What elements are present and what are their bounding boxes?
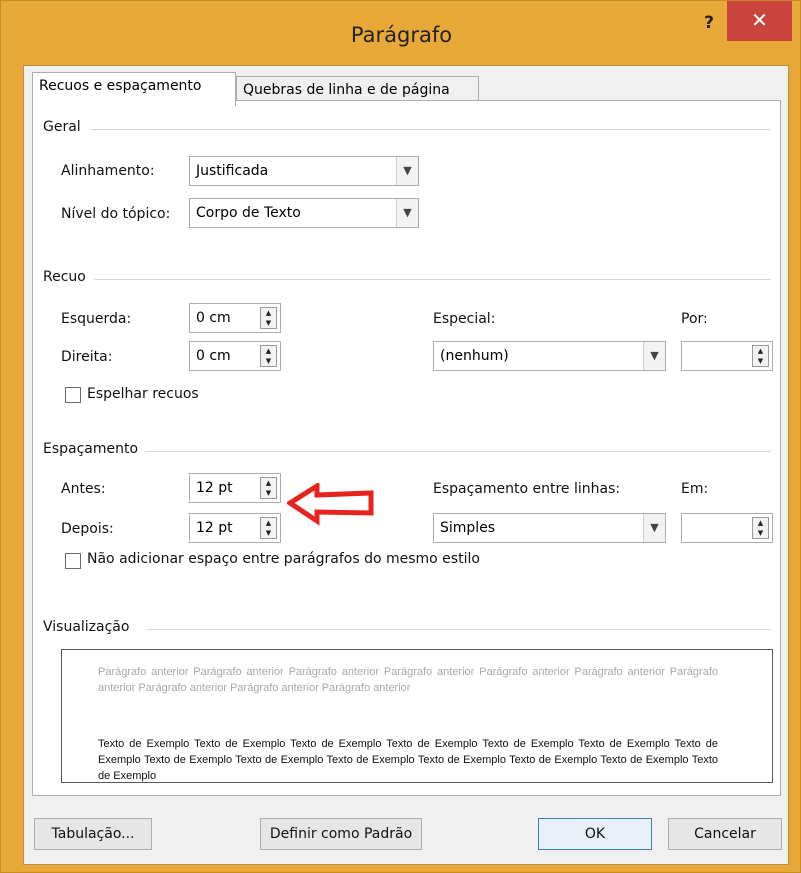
red-arrow-icon: [287, 483, 374, 526]
cancelar-button[interactable]: Cancelar: [668, 818, 782, 850]
help-button[interactable]: ?: [694, 13, 724, 35]
direita-spinner[interactable]: 0 cm ▲ ▼: [189, 341, 281, 371]
section-divider: [147, 629, 771, 630]
section-divider: [93, 279, 771, 280]
alinhamento-label: Alinhamento:: [61, 163, 155, 179]
antes-value: 12 pt: [196, 480, 233, 496]
chevron-down-icon[interactable]: ▼: [643, 514, 665, 542]
direita-label: Direita:: [61, 349, 113, 365]
tab-label: Recuos e espaçamento: [39, 78, 202, 94]
chevron-down-icon[interactable]: ▼: [396, 199, 418, 227]
spinner-updown-icon[interactable]: ▲ ▼: [260, 345, 277, 367]
esquerda-value: 0 cm: [196, 310, 231, 326]
antes-label: Antes:: [61, 481, 106, 497]
antes-spinner[interactable]: 12 pt ▲ ▼: [189, 473, 281, 503]
spinner-updown-icon[interactable]: ▲ ▼: [260, 477, 277, 499]
chevron-down-icon[interactable]: ▼: [643, 342, 665, 370]
por-label: Por:: [681, 311, 708, 327]
espacamento-entre-linhas-value: Simples: [440, 520, 496, 536]
nao-adicionar-espaco-checkbox[interactable]: [65, 553, 81, 569]
esquerda-label: Esquerda:: [61, 311, 132, 327]
alinhamento-select[interactable]: Justificada ▼: [189, 156, 419, 186]
em-spinner[interactable]: ▲ ▼: [681, 513, 773, 543]
tab-label: Quebras de linha e de página: [243, 82, 450, 98]
spinner-updown-icon[interactable]: ▲ ▼: [752, 345, 769, 367]
section-title-visualizacao: Visualização: [43, 619, 138, 635]
ok-button[interactable]: OK: [538, 818, 652, 850]
section-title-recuo: Recuo: [43, 269, 94, 285]
section-divider: [145, 451, 771, 452]
espelhar-recuos-label[interactable]: Espelhar recuos: [87, 386, 199, 402]
alinhamento-value: Justificada: [196, 163, 269, 179]
close-icon: ✕: [751, 8, 768, 32]
title-bar[interactable]: Parágrafo ? ✕: [1, 1, 801, 65]
especial-value: (nenhum): [440, 348, 509, 364]
direita-value: 0 cm: [196, 348, 231, 364]
dialog-title: Parágrafo: [350, 23, 453, 47]
preview-box: Parágrafo anterior Parágrafo anterior Pa…: [61, 649, 773, 783]
spinner-updown-icon[interactable]: ▲ ▼: [260, 307, 277, 329]
spinner-updown-icon[interactable]: ▲ ▼: [752, 517, 769, 539]
espacamento-entre-linhas-select[interactable]: Simples ▼: [433, 513, 666, 543]
depois-label: Depois:: [61, 521, 114, 537]
em-label: Em:: [681, 481, 709, 497]
nao-adicionar-espaco-label[interactable]: Não adicionar espaço entre parágrafos do…: [87, 551, 480, 567]
especial-label: Especial:: [433, 311, 496, 327]
espelhar-recuos-checkbox[interactable]: [65, 387, 81, 403]
section-title-geral: Geral: [43, 119, 89, 135]
spinner-updown-icon[interactable]: ▲ ▼: [260, 517, 277, 539]
esquerda-spinner[interactable]: 0 cm ▲ ▼: [189, 303, 281, 333]
tab-panel-recuos: Geral Alinhamento: Justificada ▼ Nível d…: [32, 100, 781, 796]
dialog-client-area: Recuos e espaçamento Quebras de linha e …: [23, 65, 789, 865]
nivel-topico-select[interactable]: Corpo de Texto ▼: [189, 198, 419, 228]
depois-value: 12 pt: [196, 520, 233, 536]
especial-select[interactable]: (nenhum) ▼: [433, 341, 666, 371]
espacamento-entre-linhas-label: Espaçamento entre linhas:: [433, 481, 621, 497]
preview-sample-text: Texto de Exemplo Texto de Exemplo Texto …: [98, 738, 718, 782]
definir-como-padrao-button[interactable]: Definir como Padrão: [260, 818, 422, 850]
close-button[interactable]: ✕: [727, 1, 792, 41]
depois-spinner[interactable]: 12 pt ▲ ▼: [189, 513, 281, 543]
chevron-down-icon[interactable]: ▼: [396, 157, 418, 185]
section-title-espacamento: Espaçamento: [43, 441, 147, 457]
tab-recuos-espacamento[interactable]: Recuos e espaçamento: [32, 72, 236, 106]
por-spinner[interactable]: ▲ ▼: [681, 341, 773, 371]
paragraph-dialog: Parágrafo ? ✕ Recuos e espaçamento Quebr…: [0, 0, 801, 873]
section-divider: [91, 129, 771, 130]
nivel-topico-value: Corpo de Texto: [196, 205, 301, 221]
preview-previous-paragraph: Parágrafo anterior Parágrafo anterior Pa…: [98, 666, 718, 694]
nivel-topico-label: Nível do tópico:: [61, 206, 171, 222]
tabulacao-button[interactable]: Tabulação...: [34, 818, 152, 850]
